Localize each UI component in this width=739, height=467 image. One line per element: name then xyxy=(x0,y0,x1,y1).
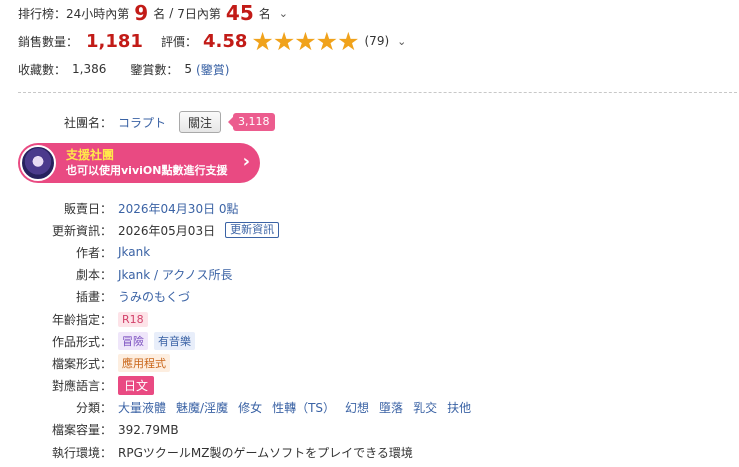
genre-link[interactable]: 大量液體 xyxy=(118,399,166,416)
language-tag[interactable]: 日文 xyxy=(118,376,155,396)
file-format-tag[interactable]: 應用程式 xyxy=(118,354,170,373)
illust-row: 插畫： うみのもくづ xyxy=(0,286,739,308)
favorites-label: 收藏數： xyxy=(18,62,67,77)
chevron-right-icon: › xyxy=(242,151,250,172)
banner-subtitle: 也可以使用viviON點數進行支援 xyxy=(66,164,228,177)
rating-stars: ★ ★ ★ ★ ★ xyxy=(251,26,360,56)
update-info-button[interactable]: 更新資訊 xyxy=(225,222,280,239)
review-count[interactable]: (79) xyxy=(365,34,390,48)
work-details: 販賣日： 2026年04月30日 0點 更新資訊： 2026年05月03日 更新… xyxy=(0,197,739,463)
env-value: RPGツクールMZ製のゲームソフトをプレイできる環境 xyxy=(118,445,413,460)
env-label: 執行環境： xyxy=(51,445,112,460)
circle-name-link[interactable]: コラプト xyxy=(118,114,166,131)
appraisal-value: 5 xyxy=(184,62,193,76)
appraisal-label: 鑒賞數： xyxy=(130,62,179,77)
rank-24h-suffix: 名 xyxy=(153,6,166,21)
circle-avatar xyxy=(20,145,56,181)
rank-separator: / xyxy=(169,6,174,20)
circle-label: 社團名： xyxy=(63,115,112,130)
follower-count-badge: 3,118 xyxy=(228,113,275,131)
update-date: 2026年05月03日 xyxy=(118,223,216,238)
star-icon: ★ xyxy=(272,26,296,56)
circle-row: 社團名： コラプト 關注 3,118 xyxy=(0,110,275,134)
star-icon: ★ xyxy=(337,26,360,56)
sale-date-row: 販賣日： 2026年04月30日 0點 xyxy=(0,197,739,219)
ranking-row: 排行榜： 24小時內第 9 名 / 7日內第 45 名 ⌄ xyxy=(18,0,288,26)
rank-label: 排行榜： xyxy=(18,6,67,21)
genre-link[interactable]: 魅魔/淫魔 xyxy=(176,399,228,416)
star-icon: ★ xyxy=(315,26,339,56)
age-label: 年齡指定： xyxy=(51,312,112,327)
banner-text: 支援社團 也可以使用viviON點數進行支援 xyxy=(66,147,227,179)
rank-7d-value: 45 xyxy=(225,1,254,25)
format-tag[interactable]: 冒險 xyxy=(118,332,148,351)
genre-link[interactable]: 乳交 xyxy=(413,399,437,416)
genre-link[interactable]: 幻想 xyxy=(345,399,369,416)
banner-title: 支援社團 xyxy=(66,148,115,162)
chevron-down-icon[interactable]: ⌄ xyxy=(279,7,288,20)
genre-label: 分類： xyxy=(75,401,112,416)
scenario-label: 劇本： xyxy=(75,268,112,283)
size-label: 檔案容量： xyxy=(51,423,112,438)
update-value: 2026年05月03日 更新資訊 xyxy=(118,222,280,239)
language-row: 對應語言： 日文 xyxy=(0,375,739,397)
genre-link[interactable]: 性轉（TS） xyxy=(272,399,335,416)
genre-link[interactable]: 墮落 xyxy=(379,399,403,416)
genre-link[interactable]: 扶他 xyxy=(447,399,471,416)
appraisal-link[interactable]: (鑒賞) xyxy=(196,61,229,78)
star-icon: ★ xyxy=(294,26,317,56)
sale-date-link[interactable]: 2026年04月30日 0點 xyxy=(118,200,239,217)
language-label: 對應語言： xyxy=(51,379,112,394)
file-format-row: 檔案形式： 應用程式 xyxy=(0,352,739,374)
file-format-label: 檔案形式： xyxy=(51,356,112,371)
age-row: 年齡指定： R18 xyxy=(0,308,739,330)
sale-date-label: 販賣日： xyxy=(63,201,112,216)
rating-label: 評價： xyxy=(160,34,197,49)
support-circle-banner[interactable]: 支援社團 也可以使用viviON點數進行支援 › xyxy=(18,143,260,183)
favorites-value: 1,386 xyxy=(72,62,107,76)
file-size: 392.79MB xyxy=(118,422,179,437)
divider xyxy=(18,92,737,93)
scenario-link[interactable]: Jkank / アクノス所長 xyxy=(118,266,233,283)
size-row: 檔案容量： 392.79MB xyxy=(0,419,739,441)
genre-row: 分類： 大量液體 魅魔/淫魔 修女 性轉（TS） 幻想 墮落 乳交 扶他 xyxy=(0,397,739,419)
update-label: 更新資訊： xyxy=(51,223,112,238)
format-tag[interactable]: 有音樂 xyxy=(154,332,195,351)
update-row: 更新資訊： 2026年05月03日 更新資訊 xyxy=(0,219,739,241)
age-rating-tag[interactable]: R18 xyxy=(118,311,148,327)
follow-button[interactable]: 關注 xyxy=(179,111,222,133)
sales-label: 銷售數量： xyxy=(18,34,79,49)
rank-7d-suffix: 名 xyxy=(258,6,271,21)
rank-24h-prefix: 24小時內第 xyxy=(66,6,130,21)
sales-value: 1,181 xyxy=(86,30,143,52)
illust-label: 插畫： xyxy=(75,290,112,305)
format-label: 作品形式： xyxy=(51,334,112,349)
rank-24h-value: 9 xyxy=(134,1,149,25)
star-icon: ★ xyxy=(251,26,274,56)
sales-rating-row: 銷售數量： 1,181 評價： 4.58 ★ ★ ★ ★ ★ (79) ⌄ xyxy=(18,26,406,56)
env-row: 執行環境： RPGツクールMZ製のゲームソフトをプレイできる環境 xyxy=(0,441,739,463)
favorites-row: 收藏數： 1,386 鑒賞數： 5 (鑒賞) xyxy=(18,59,229,79)
rank-7d-prefix: 7日內第 xyxy=(177,6,221,21)
genre-link[interactable]: 修女 xyxy=(238,399,262,416)
format-row: 作品形式： 冒險 有音樂 xyxy=(0,330,739,352)
product-info-panel: 排行榜： 24小時內第 9 名 / 7日內第 45 名 ⌄ 銷售數量： 1,18… xyxy=(0,0,739,467)
chevron-down-icon[interactable]: ⌄ xyxy=(397,35,406,48)
illust-link[interactable]: うみのもくづ xyxy=(118,288,190,305)
scenario-row: 劇本： Jkank / アクノス所長 xyxy=(0,264,739,286)
author-label: 作者： xyxy=(75,245,112,260)
author-row: 作者： Jkank xyxy=(0,241,739,263)
author-link[interactable]: Jkank xyxy=(118,245,150,259)
rating-value: 4.58 xyxy=(202,30,248,52)
